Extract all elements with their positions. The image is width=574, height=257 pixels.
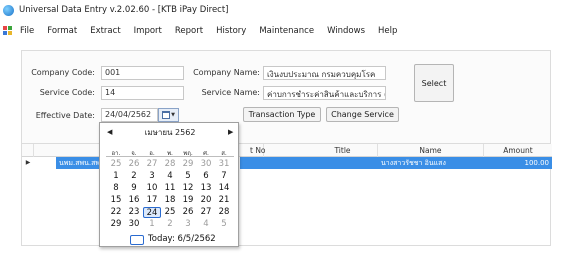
app-icon [3,4,14,16]
calendar-day[interactable]: 30 [125,219,143,230]
column-header-amount[interactable]: Amount [484,144,552,157]
row-header-col [22,144,34,157]
column-header-title[interactable]: Title [308,144,378,157]
calendar-day[interactable]: 2 [125,171,143,182]
calendar-day[interactable]: 27 [143,159,161,170]
chevron-down-icon: ▼ [171,112,175,118]
effective-date-label: Effective Date: [35,111,95,120]
menu-file[interactable]: File [20,26,34,36]
date-picker-calendar: เมษายน 2562 ◀ ▶ อา. จ. อ. พ. พฤ. ศ. ส. 2… [99,122,239,247]
column-header-name[interactable]: Name [378,144,484,157]
menu-extract[interactable]: Extract [90,26,120,36]
calendar-day[interactable]: 26 [125,159,143,170]
transaction-type-button[interactable]: Transaction Type [243,107,321,122]
calendar-day[interactable]: 8 [107,183,125,194]
select-button[interactable]: Select [414,64,454,102]
calendar-day[interactable]: 5 [215,219,233,230]
menu-import[interactable]: Import [134,26,162,36]
company-code-label: Company Code: [31,68,95,77]
change-service-button[interactable]: Change Service [326,107,399,122]
company-name-field[interactable]: เงินงบประมาณ กรมควบคุมโรค [263,66,386,80]
row-cell-first[interactable]: นพม.สพน.สพท [56,157,104,169]
calendar-day[interactable]: 19 [179,195,197,206]
calendar-day[interactable]: 29 [179,159,197,170]
calendar-day[interactable]: 11 [161,183,179,194]
menu-report[interactable]: Report [175,26,203,36]
calendar-day[interactable]: 9 [125,183,143,194]
company-name-label: Company Name: [193,68,260,77]
title-bar: Universal Data Entry v.2.02.60 - [KTB iP… [0,0,574,20]
company-code-field[interactable]: 001 [101,66,184,80]
calendar-month-year: เมษายน 2562 [144,128,196,137]
menu-format[interactable]: Format [47,26,77,36]
menu-windows[interactable]: Windows [327,26,365,36]
calendar-day[interactable]: 13 [197,183,215,194]
calendar-day[interactable]: 6 [197,171,215,182]
calendar-day[interactable]: 1 [107,171,125,182]
previous-month-icon[interactable]: ◀ [107,125,112,140]
calendar-day[interactable]: 18 [161,195,179,206]
calendar-day[interactable]: 25 [161,207,179,218]
calendar-day[interactable]: 4 [197,219,215,230]
calendar-day[interactable]: 28 [161,159,179,170]
menu-history[interactable]: History [216,26,246,36]
calendar-day[interactable]: 16 [125,195,143,206]
today-marker-icon [130,235,144,245]
calendar-day[interactable]: 4 [161,171,179,182]
service-code-field[interactable]: 14 [101,86,184,100]
calendar-icon [162,111,171,119]
calendar-day[interactable]: 1 [143,219,161,230]
menu-maintenance[interactable]: Maintenance [259,26,314,36]
calendar-day[interactable]: 7 [215,171,233,182]
window-title: Universal Data Entry v.2.02.60 - [KTB iP… [19,5,229,15]
calendar-day[interactable]: 29 [107,219,125,230]
calendar-day[interactable]: 10 [143,183,161,194]
calendar-day[interactable]: 12 [179,183,197,194]
weekday-divider [106,156,234,157]
calendar-day[interactable]: 30 [197,159,215,170]
menu-help[interactable]: Help [378,26,397,36]
row-cell-amount[interactable]: 100.00 [484,157,552,169]
calendar-day[interactable]: 17 [143,195,161,206]
calendar-day[interactable]: 21 [215,195,233,206]
calendar-day[interactable]: 20 [197,195,215,206]
date-picker-button[interactable]: ▼ [158,108,179,122]
calendar-header: เมษายน 2562 ◀ ▶ [100,125,240,140]
calendar-day[interactable]: 15 [107,195,125,206]
calendar-day[interactable]: 14 [215,183,233,194]
calendar-day[interactable]: 3 [143,171,161,182]
calendar-day[interactable]: 24 [143,207,161,218]
calendar-day[interactable]: 25 [107,159,125,170]
calendar-day[interactable]: 28 [215,207,233,218]
row-cell-name[interactable]: นางสาวรัชชา อินแสง [378,157,484,169]
calendar-day[interactable]: 2 [161,219,179,230]
calendar-day[interactable]: 26 [179,207,197,218]
calendar-day[interactable]: 5 [179,171,197,182]
today-link[interactable]: Today: 6/5/2562 [148,234,216,244]
document-menu-icon[interactable] [3,25,14,36]
service-code-label: Service Code: [39,88,95,97]
row-selector-icon[interactable]: ▶ [22,157,34,169]
calendar-day[interactable]: 3 [179,219,197,230]
effective-date-field[interactable]: 24/04/2562 [101,108,158,122]
next-month-icon[interactable]: ▶ [228,125,233,140]
calendar-day[interactable]: 27 [197,207,215,218]
calendar-day[interactable]: 31 [215,159,233,170]
service-name-label: Service Name: [201,88,260,97]
calendar-day[interactable]: 22 [107,207,125,218]
service-name-field[interactable]: ค่าบการชำระค่าสินค้าและบริการ (Pur [263,86,386,100]
calendar-day[interactable]: 23 [125,207,143,218]
row-cell-number[interactable] [240,157,378,169]
menu-bar: File Format Extract Import Report Histor… [0,22,574,39]
column-header-no[interactable]: t No [248,144,308,157]
